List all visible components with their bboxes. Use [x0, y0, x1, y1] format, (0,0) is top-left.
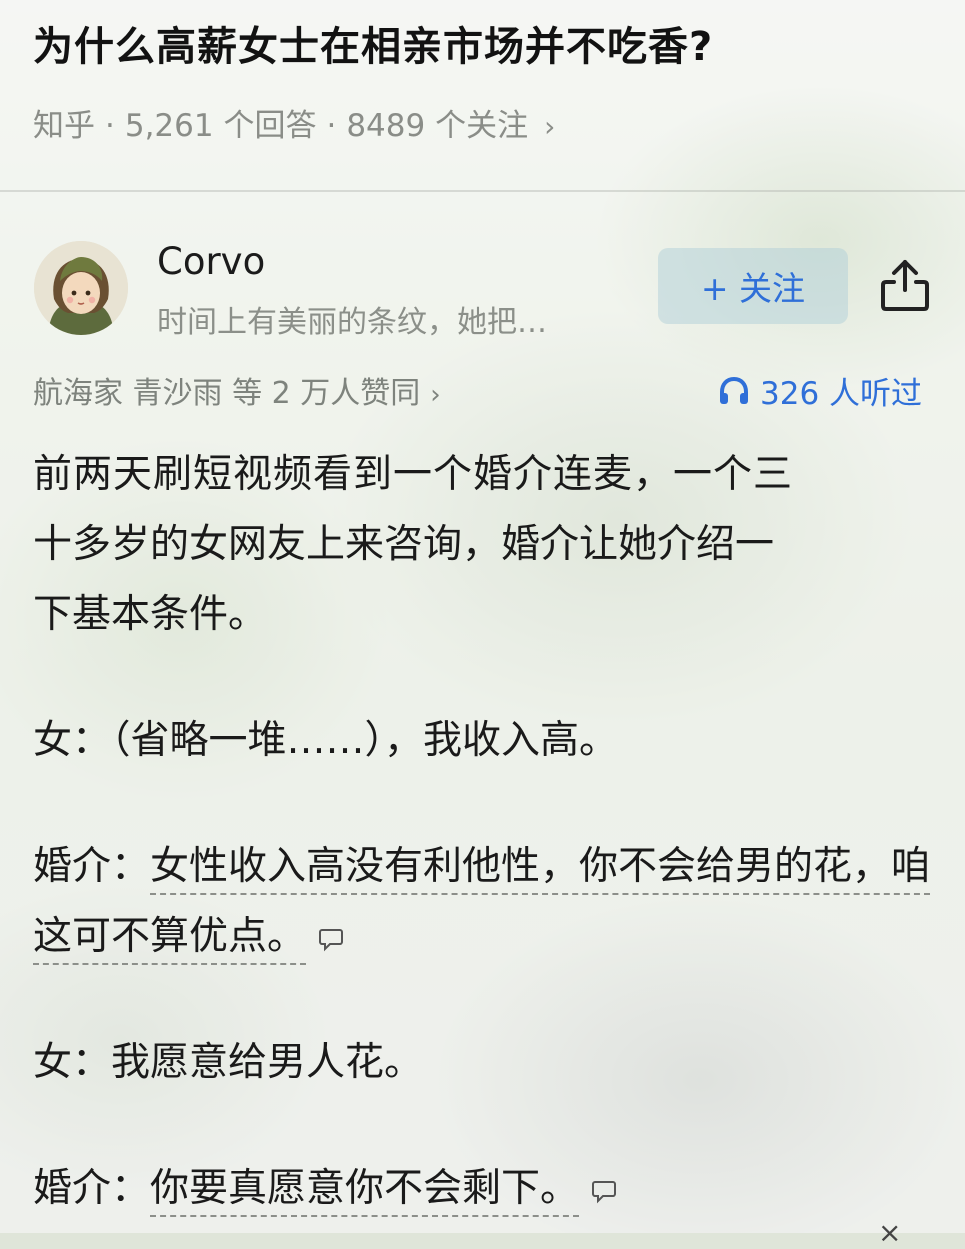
question-title[interactable]: 为什么高薪女士在相亲市场并不吃香? — [33, 14, 713, 72]
chevron-right-icon: › — [544, 110, 556, 143]
answer-paragraph: 女：（省略一堆……），我收入高。 — [33, 718, 619, 763]
answer-page: 为什么高薪女士在相亲市场并不吃香? 知乎 · 5,261 个回答 · 8489 个关注 ›… — [0, 0, 965, 1249]
follow-button[interactable]: + 关注 — [658, 248, 848, 324]
author-bio: 时间上有美丽的条纹，她把… — [157, 305, 547, 340]
meta-dot: · — [326, 108, 337, 144]
speaker-label: 婚介： — [33, 844, 151, 889]
meta-dot: · — [105, 108, 115, 144]
answer-paragraph: 前两天刷短视频看到一个婚介连麦，一个三 十多岁的女网友上来咨询，婚介让她介绍一 … — [33, 440, 933, 650]
voters-summary[interactable]: 航海家 青沙雨 等 2 万人赞同 › — [33, 368, 441, 412]
author-name[interactable]: Corvo — [157, 240, 265, 283]
highlighted-quote[interactable]: 你要真愿意你不会剩下。 — [150, 1166, 580, 1217]
listen-count[interactable]: 326 人听过 — [718, 368, 922, 413]
answer-body: 前两天刷短视频看到一个婚介连麦，一个三 十多岁的女网友上来咨询，婚介让她介绍一 … — [33, 440, 933, 1224]
source-label: 知乎 — [33, 108, 95, 144]
comment-bubble-icon[interactable] — [318, 926, 344, 952]
share-icon[interactable] — [878, 256, 932, 314]
answer-line: 前两天刷短视频看到一个婚介连麦，一个三 — [33, 452, 794, 497]
follow-count: 8489 个关注 — [346, 108, 529, 144]
answer-count: 5,261 个回答 — [124, 108, 317, 144]
chevron-right-icon: › — [430, 380, 441, 410]
highlighted-quote[interactable]: 女性收入高没有利他性，你不会给男的花，咱这可不算优点。 — [33, 844, 931, 965]
avatar[interactable] — [34, 241, 128, 335]
section-divider — [0, 190, 965, 192]
answer-line: 十多岁的女网友上来咨询，婚介让她介绍一 — [33, 522, 775, 567]
answer-paragraph: 婚介：你要真愿意你不会剩下。 — [33, 1154, 933, 1224]
answer-line: 下基本条件。 — [33, 592, 268, 637]
speaker-label: 婚介： — [33, 1166, 151, 1211]
answer-paragraph: 女：我愿意给男人花。 — [33, 1040, 424, 1085]
question-meta[interactable]: 知乎 · 5,261 个回答 · 8489 个关注 › — [33, 100, 555, 145]
comment-bubble-icon[interactable] — [591, 1178, 617, 1204]
voters-text: 航海家 青沙雨 等 2 万人赞同 — [33, 376, 421, 411]
listens-text: 326 人听过 — [760, 376, 923, 412]
headphones-icon — [720, 376, 748, 404]
answer-paragraph: 婚介：女性收入高没有利他性，你不会给男的花，咱这可不算优点。 — [33, 832, 933, 972]
avatar-illustration-icon — [34, 241, 128, 335]
